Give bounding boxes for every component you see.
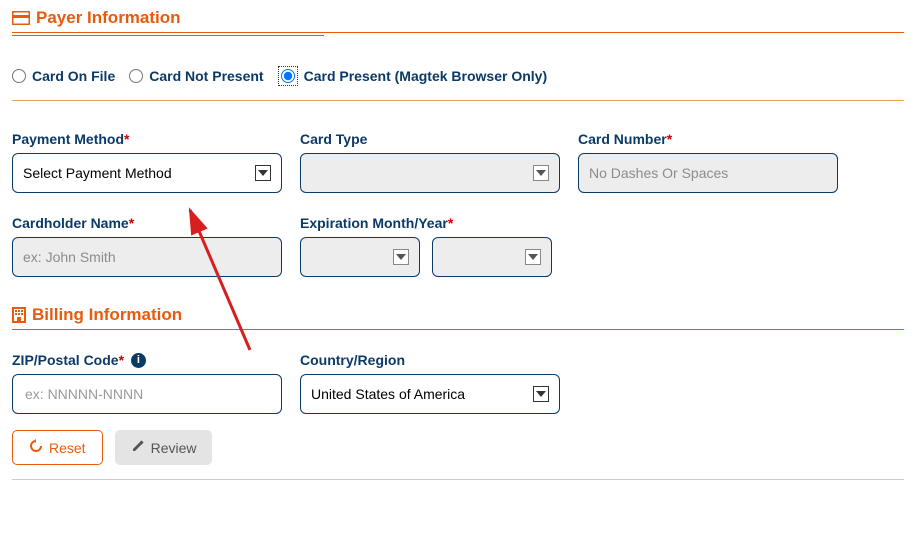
card-number-label: Card Number*: [578, 131, 838, 147]
cardholder-name-placeholder: ex: John Smith: [23, 249, 116, 265]
expiration-field: Expiration Month/Year*: [300, 215, 560, 277]
card-number-input[interactable]: No Dashes Or Spaces: [578, 153, 838, 193]
card-type-label: Card Type: [300, 131, 560, 147]
radio-label: Card On File: [32, 68, 115, 84]
required-mark: *: [124, 131, 129, 147]
required-mark: *: [129, 215, 134, 231]
pencil-icon: [131, 439, 145, 456]
review-button[interactable]: Review: [115, 430, 213, 465]
country-label: Country/Region: [300, 352, 560, 368]
chevron-down-icon: [525, 249, 541, 265]
bottom-divider: [12, 479, 904, 480]
payment-method-value: Select Payment Method: [23, 165, 172, 181]
zip-field: ZIP/Postal Code* i: [12, 352, 282, 414]
reset-button[interactable]: Reset: [12, 430, 103, 465]
expiration-month-select[interactable]: [300, 237, 420, 277]
info-icon[interactable]: i: [131, 353, 146, 368]
card-presence-radio-group: Card On File Card Not Present Card Prese…: [12, 48, 904, 92]
payment-method-field: Payment Method* Select Payment Method: [12, 131, 282, 193]
radio-card-on-file[interactable]: Card On File: [12, 68, 115, 84]
chevron-down-icon: [255, 165, 271, 181]
action-buttons: Reset Review: [12, 430, 904, 465]
radio-label: Card Present (Magtek Browser Only): [304, 68, 548, 84]
chevron-down-icon: [533, 165, 549, 181]
radio-card-present[interactable]: Card Present (Magtek Browser Only): [278, 66, 548, 86]
zip-input[interactable]: [12, 374, 282, 414]
payment-method-label: Payment Method*: [12, 131, 282, 147]
required-mark: *: [119, 352, 124, 368]
zip-label: ZIP/Postal Code* i: [12, 352, 282, 368]
zip-input-field[interactable]: [23, 385, 271, 403]
required-mark: *: [448, 215, 453, 231]
radio-card-not-present[interactable]: Card Not Present: [129, 68, 263, 84]
cardholder-name-field: Cardholder Name* ex: John Smith: [12, 215, 282, 277]
card-number-field: Card Number* No Dashes Or Spaces: [578, 131, 838, 193]
card-icon: [12, 11, 30, 25]
country-select[interactable]: United States of America: [300, 374, 560, 414]
chevron-down-icon: [393, 249, 409, 265]
chevron-down-icon: [533, 386, 549, 402]
payment-method-select[interactable]: Select Payment Method: [12, 153, 282, 193]
cardholder-name-label: Cardholder Name*: [12, 215, 282, 231]
required-mark: *: [667, 131, 672, 147]
refresh-icon: [29, 439, 43, 456]
payer-short-rule: [12, 35, 324, 36]
radio-label: Card Not Present: [149, 68, 263, 84]
payer-info-title: Payer Information: [36, 8, 181, 28]
billing-info-title: Billing Information: [32, 305, 182, 325]
card-type-select[interactable]: [300, 153, 560, 193]
expiration-year-select[interactable]: [432, 237, 552, 277]
country-value: United States of America: [311, 386, 465, 402]
reset-button-label: Reset: [49, 440, 86, 456]
billing-info-header: Billing Information: [12, 305, 904, 330]
building-icon: [12, 307, 26, 323]
card-number-placeholder: No Dashes Or Spaces: [589, 165, 728, 181]
payer-divider: [12, 100, 904, 101]
card-type-field: Card Type: [300, 131, 560, 193]
payer-info-header: Payer Information: [12, 8, 904, 33]
cardholder-name-input[interactable]: ex: John Smith: [12, 237, 282, 277]
expiration-label: Expiration Month/Year*: [300, 215, 560, 231]
review-button-label: Review: [151, 440, 197, 456]
country-field: Country/Region United States of America: [300, 352, 560, 414]
